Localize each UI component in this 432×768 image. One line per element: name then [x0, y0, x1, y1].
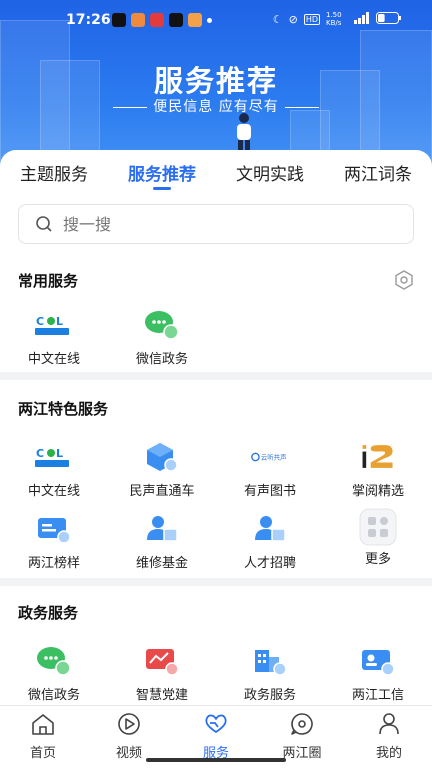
user-card-icon	[250, 512, 290, 546]
section-title-gov: 政务服务	[18, 604, 79, 622]
building-icon	[250, 644, 290, 678]
gov-item-liangjiang-industry[interactable]: 两江工信	[324, 644, 432, 703]
hero-title: 服务推荐	[153, 64, 278, 98]
chat-circle-icon	[291, 713, 313, 735]
service-label: 更多	[364, 552, 391, 567]
heart-hands-icon	[205, 714, 227, 733]
featured-item-voice-express[interactable]: 民声直通车	[108, 440, 216, 499]
service-label: 两江榜样	[27, 556, 80, 571]
notification-icons	[112, 13, 212, 27]
dot-icon	[207, 18, 212, 23]
nav-services[interactable]: 服务	[173, 712, 259, 761]
service-label: 政务服务	[243, 688, 296, 703]
svg-text:L: L	[56, 315, 63, 328]
svg-text:L: L	[56, 447, 63, 460]
service-label: 掌阅精选	[351, 484, 404, 499]
divider	[0, 578, 432, 586]
service-item-col[interactable]: CL 中文在线	[0, 308, 108, 367]
nav-liangjiang-circle[interactable]: 两江圈	[259, 712, 345, 761]
tab-label: 文明实践	[236, 165, 304, 185]
audiobook-logo-icon: 云听共声	[250, 440, 290, 474]
divider	[0, 372, 432, 380]
featured-item-col[interactable]: CL 中文在线	[0, 440, 108, 499]
service-label: 中文在线	[27, 352, 80, 367]
col-logo-icon: CL	[34, 308, 74, 342]
status-bar: 17:26 ☾ ⊘ HD 1.50 KB/s	[0, 0, 432, 40]
svg-text:C: C	[36, 447, 44, 460]
app-notification-icon	[112, 13, 126, 27]
service-item-wechat-gov[interactable]: 微信政务	[108, 308, 216, 367]
nav-label: 我的	[375, 746, 402, 761]
audiobook-logo-text: 云听共声	[261, 453, 286, 462]
tiktok-icon	[169, 13, 183, 27]
featured-item-maintenance-fund[interactable]: 维修基金	[108, 512, 216, 571]
status-time: 17:26	[66, 12, 111, 28]
battery-icon	[376, 11, 402, 27]
id-card-icon	[34, 512, 74, 546]
section-title-common: 常用服务	[18, 272, 79, 290]
app-notification-icon	[150, 13, 164, 27]
home-icon	[32, 714, 54, 735]
service-label: 有声图书	[243, 484, 296, 499]
featured-item-ireader[interactable]: 掌阅精选	[324, 440, 432, 499]
party-icon	[142, 644, 182, 678]
hd-icon: HD	[303, 13, 320, 25]
featured-item-audiobooks[interactable]: 云听共声 有声图书	[216, 440, 324, 499]
featured-item-more[interactable]: 更多	[324, 508, 432, 567]
tab-theme-services[interactable]: 主题服务	[20, 158, 88, 192]
nav-label: 首页	[29, 746, 56, 761]
tab-liangjiang-entries[interactable]: 两江词条	[344, 158, 412, 192]
service-label: 民声直通车	[129, 484, 195, 499]
ireader-logo-icon	[358, 440, 398, 474]
service-label: 微信政务	[135, 352, 188, 367]
search-box[interactable]	[18, 204, 414, 244]
service-label: 人才招聘	[243, 556, 296, 571]
moon-icon: ☾	[272, 12, 283, 26]
play-icon	[118, 713, 140, 735]
section-title-featured: 两江特色服务	[18, 400, 109, 418]
service-label: 维修基金	[135, 556, 188, 571]
tab-civilization-practice[interactable]: 文明实践	[236, 158, 304, 192]
mute-icon: ⊘	[288, 12, 298, 26]
tab-recommended-services[interactable]: 服务推荐	[128, 158, 196, 190]
service-label: 智慧党建	[135, 688, 188, 703]
featured-item-talent-recruitment[interactable]: 人才招聘	[216, 512, 324, 571]
featured-item-role-models[interactable]: 两江榜样	[0, 512, 108, 571]
search-icon	[36, 216, 52, 232]
search-input[interactable]	[63, 214, 383, 234]
grid-more-icon	[358, 508, 398, 546]
person-illustration-icon	[237, 113, 251, 152]
service-label: 中文在线	[27, 484, 80, 499]
status-right: ☾ ⊘ HD 1.50 KB/s	[273, 11, 402, 27]
tab-label: 服务推荐	[128, 165, 196, 185]
app-notification-icon	[188, 13, 202, 27]
service-label: 两江工信	[351, 688, 404, 703]
col-logo-icon: CL	[34, 440, 74, 474]
profile-edit-icon	[358, 644, 398, 678]
wechat-icon	[34, 644, 74, 678]
cube-icon	[142, 440, 182, 474]
user-card-icon	[142, 512, 182, 546]
tab-label: 两江词条	[344, 165, 412, 185]
service-label: 微信政务	[27, 688, 80, 703]
nav-mine[interactable]: 我的	[346, 712, 432, 761]
wechat-icon	[142, 308, 182, 342]
person-icon	[379, 713, 399, 735]
gov-item-wechat-gov[interactable]: 微信政务	[0, 644, 108, 703]
tab-bar: 主题服务 服务推荐 文明实践 两江词条	[0, 158, 432, 192]
home-indicator[interactable]	[146, 758, 286, 762]
svg-text:C: C	[36, 315, 44, 328]
nav-home[interactable]: 首页	[0, 712, 86, 761]
nav-video[interactable]: 视频	[86, 712, 172, 761]
network-speed: 1.50 KB/s	[326, 11, 342, 27]
signal-icon	[354, 11, 370, 27]
hexagon-settings-icon[interactable]	[393, 269, 415, 291]
app-notification-icon	[131, 13, 145, 27]
hero-subtitle: 便民信息 应有尽有	[0, 96, 432, 116]
tab-label: 主题服务	[20, 165, 88, 185]
gov-item-gov-services[interactable]: 政务服务	[216, 644, 324, 703]
gov-item-smart-party[interactable]: 智慧党建	[108, 644, 216, 703]
